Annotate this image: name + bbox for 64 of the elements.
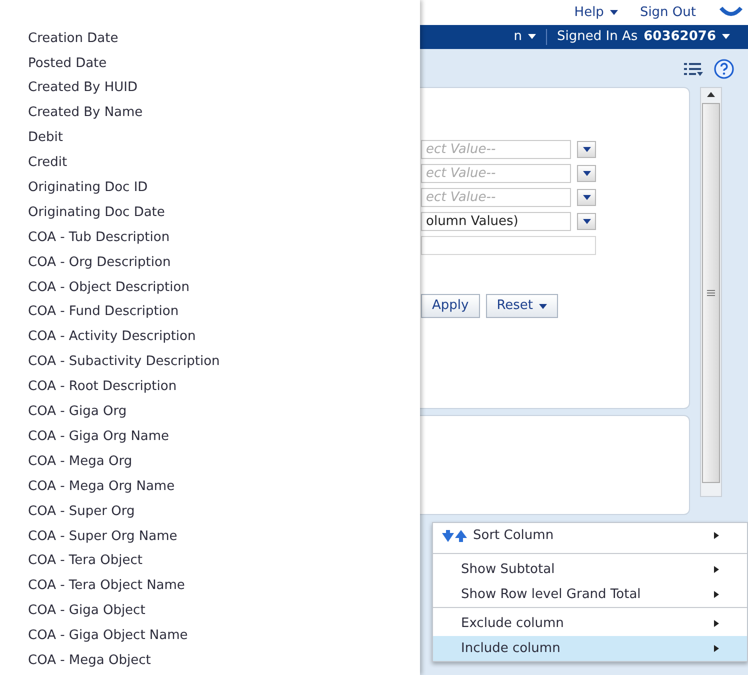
signed-in-label: Signed In As bbox=[557, 28, 638, 46]
help-link[interactable]: Help bbox=[574, 2, 618, 22]
sign-out-link[interactable]: Sign Out bbox=[640, 2, 696, 22]
column-list-item[interactable]: COA - Org Description bbox=[28, 250, 420, 275]
column-list-item[interactable]: COA - Fund Description bbox=[28, 300, 420, 325]
column-list-item[interactable]: Originating Doc Date bbox=[28, 200, 420, 226]
sort-arrows-icon bbox=[441, 528, 469, 542]
column-list-item[interactable]: Posted Date bbox=[28, 50, 420, 76]
column-list-item[interactable]: Created By HUID bbox=[28, 76, 420, 101]
column-list-item[interactable]: COA - Giga Object bbox=[28, 598, 420, 624]
list-options-icon[interactable] bbox=[684, 62, 704, 76]
dropdown-button[interactable] bbox=[577, 189, 596, 206]
nav-menu[interactable]: n bbox=[514, 27, 536, 47]
column-list-item[interactable]: COA - Giga Object Name bbox=[28, 623, 420, 648]
column-list-item[interactable]: COA - Mega Object bbox=[28, 648, 420, 674]
column-list-item[interactable]: COA - Tub Description bbox=[28, 225, 420, 250]
select-field[interactable]: olumn Values) bbox=[421, 212, 571, 231]
column-list-item[interactable]: Creation Date bbox=[28, 26, 420, 51]
context-menu-item[interactable]: Sort Column bbox=[433, 523, 747, 548]
column-list-item[interactable]: COA - Super Org Name bbox=[28, 524, 420, 549]
submenu-arrow-icon bbox=[714, 645, 719, 652]
caret-icon bbox=[610, 10, 618, 15]
caret-icon bbox=[722, 34, 730, 40]
submenu-arrow-icon bbox=[714, 620, 719, 627]
caret-icon bbox=[539, 304, 548, 308]
submenu-arrow-icon bbox=[714, 566, 719, 573]
caret-icon bbox=[582, 147, 590, 152]
grip-icon bbox=[707, 290, 715, 296]
context-menu-item[interactable]: Show Row level Grand Total bbox=[433, 582, 747, 607]
column-list-item[interactable]: COA - Mega Org Name bbox=[28, 474, 420, 499]
column-list-item[interactable]: Debit bbox=[28, 126, 420, 150]
column-list-item[interactable]: COA - Object Description bbox=[28, 274, 420, 300]
column-list-item[interactable]: COA - Tera Object bbox=[28, 548, 420, 574]
context-menu-item[interactable]: Show Subtotal bbox=[433, 557, 747, 582]
column-list-item[interactable]: COA - Activity Description bbox=[28, 324, 420, 350]
help-icon[interactable] bbox=[714, 59, 734, 79]
column-list-item[interactable]: COA - Giga Org bbox=[28, 399, 420, 424]
dropdown-button[interactable] bbox=[577, 141, 596, 158]
column-list-item[interactable]: COA - Giga Org Name bbox=[28, 424, 420, 450]
column-list-item[interactable]: Originating Doc ID bbox=[28, 175, 420, 200]
caret-icon bbox=[582, 219, 590, 224]
apply-button[interactable]: Apply bbox=[421, 294, 480, 318]
reset-button[interactable]: Reset bbox=[486, 294, 558, 318]
logo-arc-icon bbox=[718, 6, 744, 18]
caret-icon bbox=[707, 92, 715, 97]
scrollbar[interactable] bbox=[700, 87, 722, 497]
submenu-arrow-icon bbox=[714, 532, 719, 539]
column-list-item[interactable]: COA - Mega Org bbox=[28, 449, 420, 474]
column-list-item[interactable]: Created By Name bbox=[28, 100, 420, 126]
dropdown-button[interactable] bbox=[577, 165, 596, 182]
column-list-item[interactable]: Credit bbox=[28, 150, 420, 176]
user-menu[interactable]: 60362076 bbox=[644, 27, 730, 47]
context-menu-item[interactable]: Exclude column bbox=[433, 611, 747, 636]
submenu-arrow-icon bbox=[714, 591, 719, 598]
caret-icon bbox=[582, 171, 590, 176]
column-list-item[interactable]: COA - Subactivity Description bbox=[28, 350, 420, 374]
column-list-item[interactable]: COA - Super Org bbox=[28, 498, 420, 524]
column-list-item[interactable]: COA - Tera Object Name bbox=[28, 574, 420, 598]
dropdown-button[interactable] bbox=[577, 213, 596, 230]
caret-icon bbox=[528, 34, 536, 40]
context-menu-item[interactable]: Include column bbox=[433, 636, 747, 661]
caret-icon bbox=[582, 195, 590, 200]
text-field[interactable] bbox=[421, 236, 596, 255]
column-list-item[interactable]: COA - Root Description bbox=[28, 374, 420, 400]
